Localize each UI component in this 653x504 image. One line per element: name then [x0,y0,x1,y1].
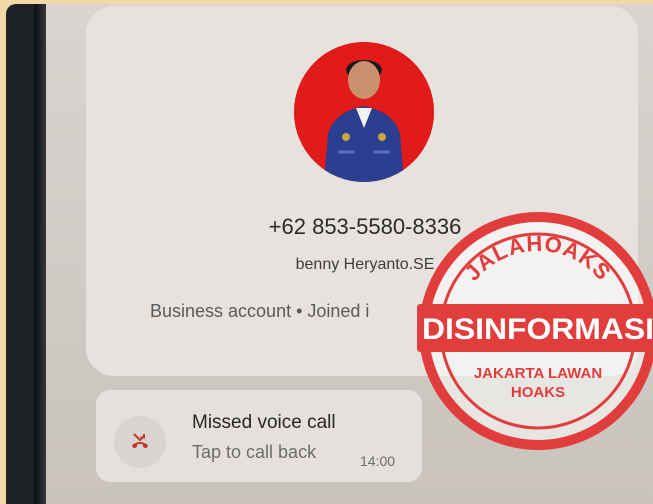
disinformation-stamp: JALAHOAKS DISINFORMASI JAKARTA LAWAN HOA… [415,208,653,454]
call-back-link[interactable]: Tap to call back [192,442,316,463]
call-timestamp: 14:00 [360,453,396,469]
missed-call-message[interactable]: Missed voice call Tap to call back 14:00 [96,390,422,482]
missed-call-icon [114,416,166,468]
call-title: Missed voice call [192,412,336,433]
stamp-bottom-text-1: JAKARTA LAWAN [474,365,602,382]
avatar-photo [294,42,434,182]
avatar[interactable] [294,42,434,182]
stamp-bottom-text-2: HOAKS [511,384,565,401]
stamp-middle-text: DISINFORMASI [422,313,653,346]
